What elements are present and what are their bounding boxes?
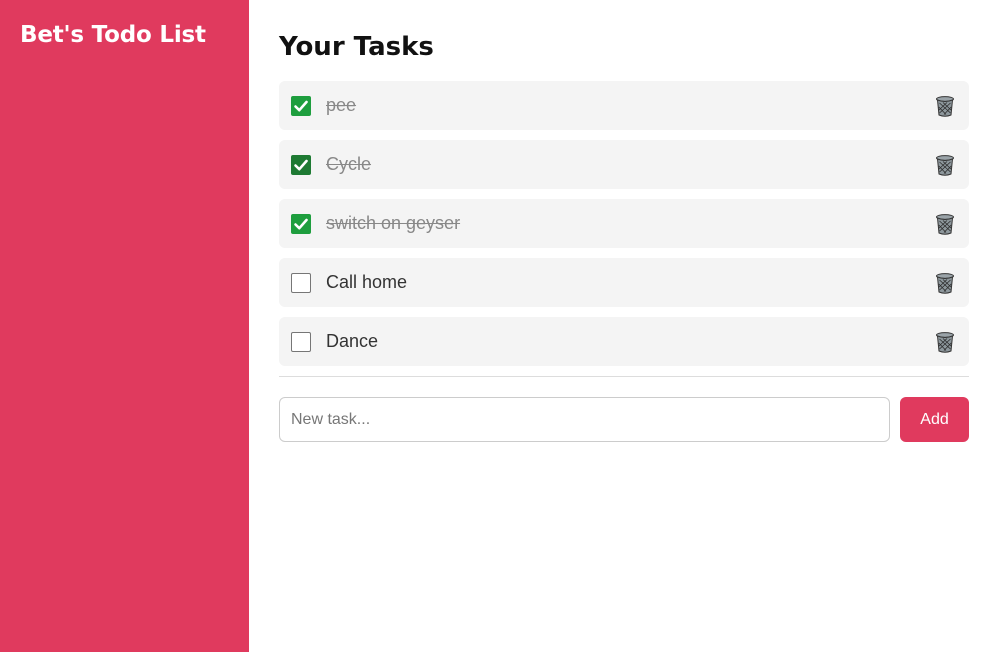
- delete-task-button[interactable]: [933, 330, 957, 354]
- delete-task-button[interactable]: [933, 271, 957, 295]
- task-item: Dance: [279, 317, 969, 367]
- task-checkbox[interactable]: [291, 95, 311, 116]
- add-task-button[interactable]: Add: [900, 397, 969, 443]
- task-checkbox[interactable]: [291, 213, 311, 234]
- main-panel: Your Tasks pee Cycle switch on geyser Ca…: [249, 0, 998, 652]
- page-title: Your Tasks: [279, 32, 434, 62]
- delete-task-button[interactable]: [933, 153, 957, 177]
- task-label: Call home: [326, 272, 408, 293]
- checkmark-icon: [291, 213, 311, 234]
- task-item: Cycle: [279, 140, 969, 190]
- trash-icon: [936, 95, 954, 117]
- checkmark-icon: [291, 154, 311, 175]
- trash-icon: [936, 154, 954, 176]
- task-label: pee: [326, 95, 357, 116]
- task-checkbox[interactable]: [291, 331, 311, 352]
- task-checkbox[interactable]: [291, 154, 311, 175]
- divider: [279, 376, 969, 378]
- task-item: switch on geyser: [279, 199, 969, 249]
- delete-task-button[interactable]: [933, 212, 957, 236]
- delete-task-button[interactable]: [933, 94, 957, 118]
- add-task-form: Add: [279, 397, 969, 443]
- trash-icon: [936, 331, 954, 353]
- task-label: Cycle: [326, 154, 372, 175]
- task-list: pee Cycle switch on geyser Call home Dan…: [279, 81, 969, 367]
- task-checkbox[interactable]: [291, 272, 311, 293]
- task-label: Dance: [326, 331, 379, 352]
- task-label: switch on geyser: [326, 213, 461, 234]
- trash-icon: [936, 213, 954, 235]
- task-item: Call home: [279, 258, 969, 308]
- app-title: Bet's Todo List: [20, 22, 206, 48]
- task-item: pee: [279, 81, 969, 131]
- checkmark-icon: [291, 95, 311, 116]
- new-task-input[interactable]: [279, 397, 890, 443]
- sidebar: Bet's Todo List: [0, 0, 249, 652]
- app-root: Bet's Todo List Your Tasks pee Cycle swi…: [0, 0, 998, 652]
- trash-icon: [936, 272, 954, 294]
